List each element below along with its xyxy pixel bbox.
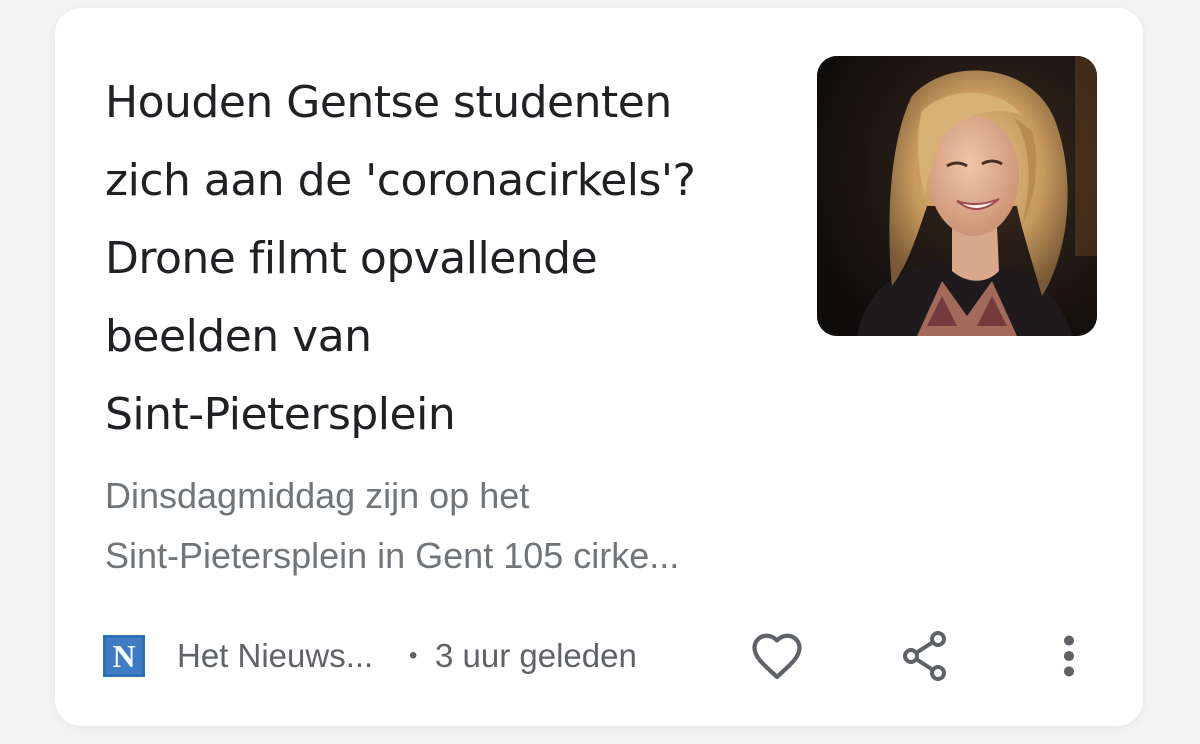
publisher-logo-icon[interactable]: N: [103, 635, 145, 677]
headline-line: Sint-Pietersplein: [105, 389, 456, 440]
published-time: 3 uur geleden: [435, 637, 637, 674]
like-button[interactable]: [749, 628, 805, 684]
snippet-line: Dinsdagmiddag zijn op het: [105, 475, 530, 516]
article-headline[interactable]: Houden Gentse studenten zich aan de 'cor…: [105, 64, 785, 454]
headline-line: beelden van: [105, 311, 372, 362]
article-thumbnail[interactable]: [817, 56, 1097, 336]
heart-outline-icon: [752, 633, 802, 680]
card-footer: N Het Nieuws... • 3 uur geleden: [103, 628, 1103, 684]
meta-separator: •: [409, 642, 418, 669]
share-icon: [903, 631, 946, 681]
headline-line: Drone filmt opvallende: [105, 233, 598, 284]
news-card[interactable]: Houden Gentse studenten zich aan de 'cor…: [55, 8, 1143, 726]
publisher-logo-letter: N: [112, 638, 135, 674]
publisher-name[interactable]: Het Nieuws...: [177, 636, 373, 676]
snippet-line: Sint-Pietersplein in Gent 105 cirke...: [105, 535, 680, 576]
headline-line: zich aan de 'coronacirkels'?: [105, 155, 696, 206]
more-vert-icon: [1063, 635, 1075, 677]
article-snippet: Dinsdagmiddag zijn op het Sint-Pieterspl…: [105, 466, 825, 586]
more-options-button[interactable]: [1041, 628, 1097, 684]
share-button[interactable]: [897, 628, 953, 684]
headline-line: Houden Gentse studenten: [105, 77, 672, 128]
thumbnail-portrait-image: [817, 56, 1097, 336]
